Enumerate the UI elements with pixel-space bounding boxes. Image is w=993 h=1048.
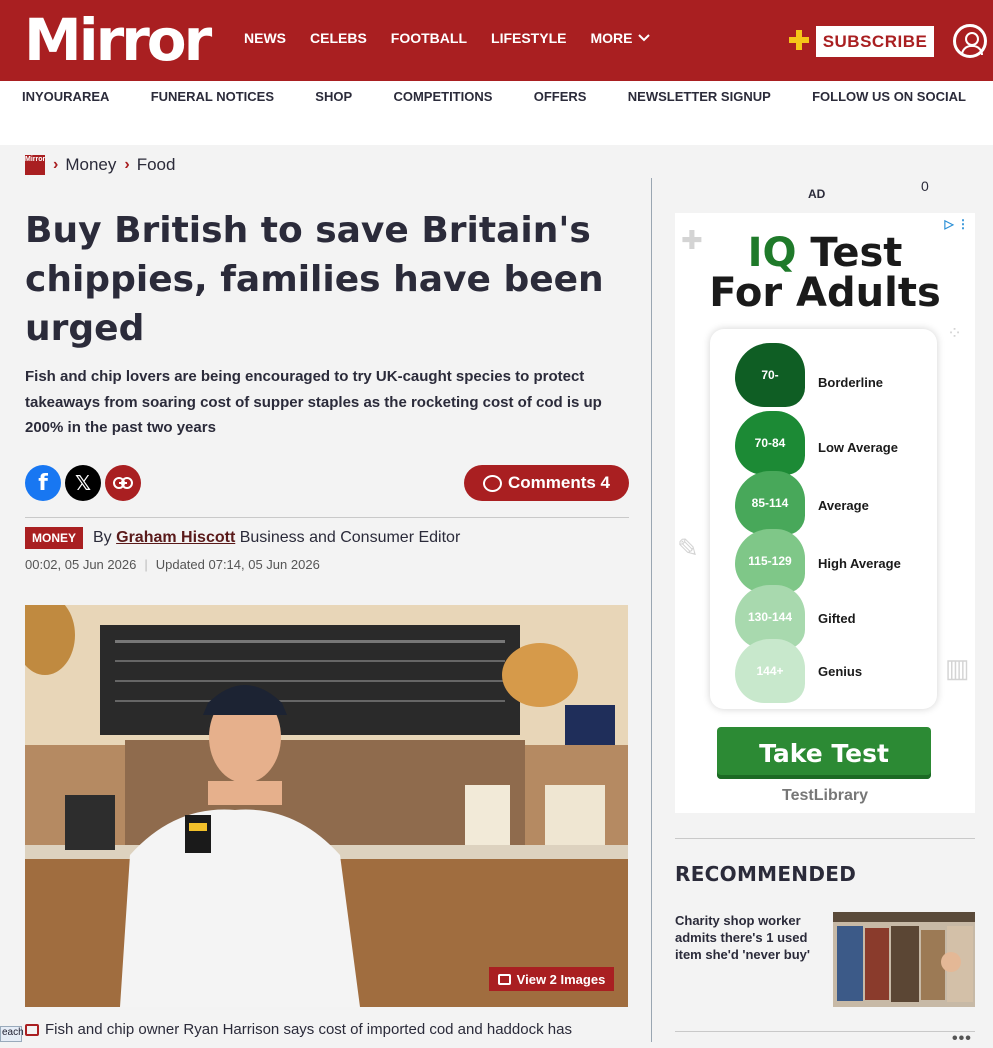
hero-image[interactable]: [25, 605, 628, 1007]
account-icon[interactable]: [953, 24, 987, 58]
nav-item-more[interactable]: MORE: [590, 30, 651, 46]
plus-icon: [789, 30, 809, 50]
subnav-item-newsletter-signup[interactable]: NEWSLETTER SIGNUP: [628, 89, 771, 104]
adchoices-icon[interactable]: ▷ ⋮: [944, 217, 969, 231]
ad-subtitle: For Adults: [709, 270, 941, 316]
iq-tier-label: Genius: [818, 664, 863, 679]
iq-tier-range: 70-84: [754, 436, 786, 450]
section-badge[interactable]: MONEY: [25, 527, 83, 549]
chevron-down-icon: [638, 34, 651, 42]
nav-item-lifestyle[interactable]: LIFESTYLE: [491, 30, 566, 46]
link-icon: [113, 477, 133, 489]
recommended-item-image[interactable]: [833, 912, 975, 1007]
ad-title: IQ Test: [675, 231, 975, 275]
iq-tier-range: 130-144: [747, 610, 793, 624]
view-images-button[interactable]: View 2 Images: [489, 967, 614, 991]
subnav-item-shop[interactable]: SHOP: [315, 89, 352, 104]
more-label: MORE: [590, 30, 633, 46]
iq-tier: 144+: [735, 639, 805, 703]
dots-icon: ⁘: [947, 323, 963, 343]
view-images-label: View 2 Images: [516, 971, 606, 987]
clipboard-icon: ✎: [677, 533, 699, 563]
updated-time: Updated 07:14, 05 Jun 2026: [155, 557, 320, 572]
chart-icon: ▥: [945, 653, 970, 683]
breadcrumb-home-icon[interactable]: Mirror: [25, 155, 45, 175]
iq-tier: 85-114: [735, 471, 805, 535]
header-spacer: [0, 111, 993, 145]
chevron-right-icon: ›: [53, 156, 59, 173]
facebook-share-button[interactable]: f: [25, 465, 61, 501]
nav-item-football[interactable]: FOOTBALL: [391, 30, 467, 46]
iq-tier: 70-: [735, 343, 805, 407]
subscribe-button[interactable]: SUBSCRIBE: [816, 26, 934, 57]
iq-tier-range: 70-: [761, 368, 779, 382]
byline: By Graham Hiscott Business and Consumer …: [93, 529, 460, 547]
subnav-item-funeral-notices[interactable]: FUNERAL NOTICES: [151, 89, 274, 104]
article-headline: Buy British to save Britain's chippies, …: [25, 210, 604, 349]
comments-button[interactable]: Comments 4: [464, 465, 629, 501]
main-nav: NEWS CELEBS FOOTBALL LIFESTYLE MORE: [244, 30, 674, 46]
byline-prefix: By: [93, 529, 112, 546]
masthead: Mirror NEWS CELEBS FOOTBALL LIFESTYLE MO…: [0, 0, 993, 81]
nav-item-celebs[interactable]: CELEBS: [310, 30, 367, 46]
iq-tier-label: Low Average: [818, 440, 898, 455]
advertiser-name: TestLibrary: [782, 787, 868, 804]
iq-tier-label: High Average: [818, 556, 901, 571]
author-role: Business and Consumer Editor: [239, 529, 461, 546]
subnav-item-inyourarea[interactable]: INYOURAREA: [22, 89, 109, 104]
iq-tier-label: Borderline: [818, 375, 884, 390]
chevron-right-icon: ›: [124, 156, 130, 173]
comments-label: Comments 4: [507, 473, 611, 492]
mirror-logo[interactable]: Mirror: [24, 6, 212, 74]
ad-label: AD: [808, 187, 826, 201]
iq-tier-label: Average: [818, 498, 869, 513]
recommended-item-title[interactable]: Charity shop worker admits there's 1 use…: [675, 912, 823, 963]
iq-tier-range: 115-129: [748, 554, 792, 568]
divider: [25, 517, 629, 518]
nav-item-news[interactable]: NEWS: [244, 30, 286, 46]
breadcrumb-food[interactable]: Food: [137, 155, 176, 175]
secondary-nav: INYOURAREA FUNERAL NOTICES SHOP COMPETIT…: [0, 81, 993, 111]
published-time: 00:02, 05 Jun 2026: [25, 557, 137, 572]
camera-icon: [25, 1023, 39, 1036]
image-caption: Fish and chip owner Ryan Harrison says c…: [25, 1021, 572, 1038]
subnav-item-follow-us[interactable]: FOLLOW US ON SOCIAL: [812, 89, 966, 104]
iq-tier: 115-129: [735, 529, 805, 593]
date-separator: |: [144, 557, 148, 572]
breadcrumb: Mirror › Money › Food: [25, 155, 183, 175]
iq-scale: 70- Borderline 70-84 Low Average 85-114 …: [710, 329, 937, 709]
divider: [675, 1031, 975, 1032]
iq-tier-label: Gifted: [818, 611, 856, 626]
column-divider: [651, 178, 652, 1042]
comment-bubble-icon: [482, 474, 502, 492]
caption-text: Fish and chip owner Ryan Harrison says c…: [45, 1021, 572, 1038]
recommended-heading: RECOMMENDED: [675, 862, 857, 886]
x-share-button[interactable]: 𝕏: [65, 465, 101, 501]
taskbar-fragment: each: [0, 1026, 24, 1042]
ad-counter: 0: [921, 178, 929, 194]
iq-tier-range: 85-114: [751, 496, 789, 510]
copy-link-button[interactable]: [105, 465, 141, 501]
breadcrumb-money[interactable]: Money: [65, 155, 116, 175]
iq-tier: 70-84: [735, 411, 805, 475]
more-options-icon[interactable]: •••: [952, 1030, 972, 1048]
take-test-button[interactable]: Take Test: [717, 727, 931, 779]
article-standfirst: Fish and chip lovers are being encourage…: [25, 368, 602, 436]
article-dates: 00:02, 05 Jun 2026 | Updated 07:14, 05 J…: [25, 557, 320, 572]
camera-icon: [497, 973, 511, 985]
author-link[interactable]: Graham Hiscott: [116, 529, 235, 546]
advert-iq-test[interactable]: ▷ ⋮ ✚ ✎ ▥ ⁘ IQ Test For Adults 70- Borde…: [675, 213, 975, 813]
iq-tier-range: 144+: [756, 664, 784, 678]
divider: [675, 838, 975, 839]
subnav-item-competitions[interactable]: COMPETITIONS: [393, 89, 492, 104]
subnav-item-offers[interactable]: OFFERS: [534, 89, 587, 104]
